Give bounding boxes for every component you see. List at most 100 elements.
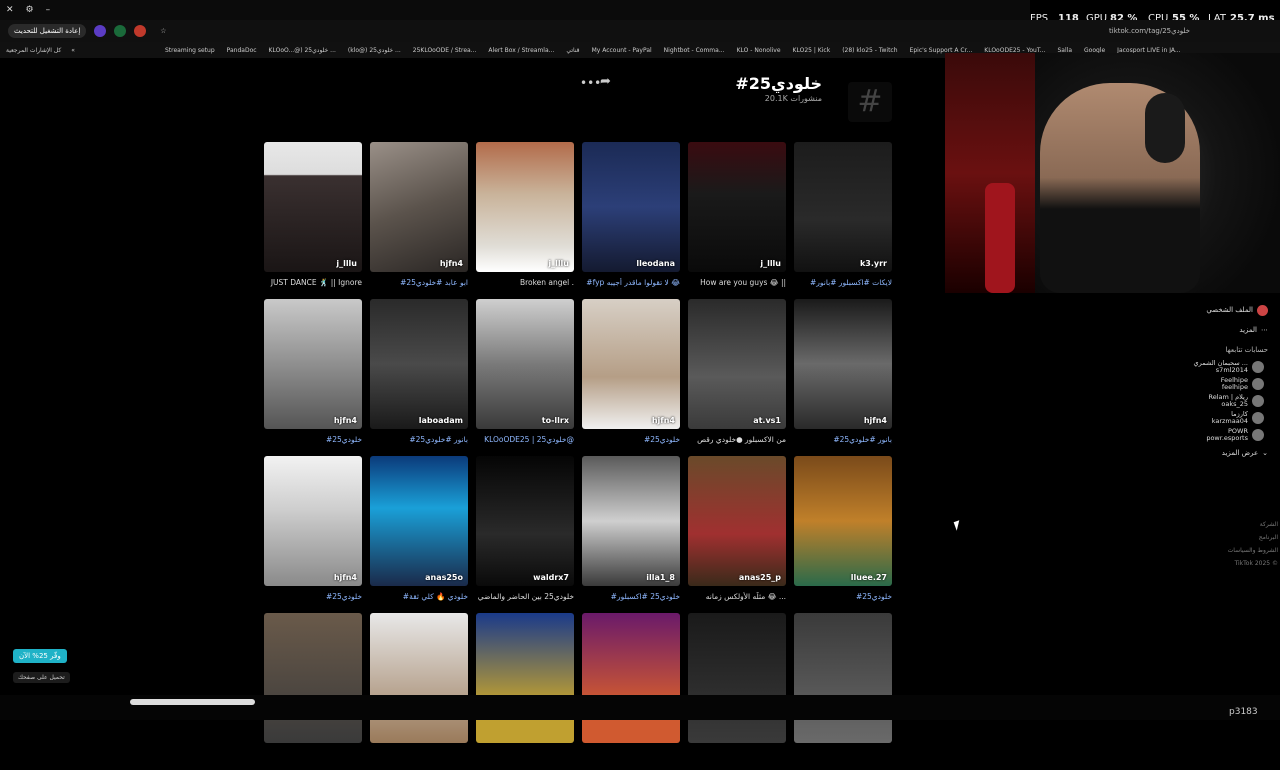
bookmarks-folder[interactable]: كل الإشارات المرجعية [6,47,61,54]
bookmark-item[interactable]: Nightbot - Comma... [664,47,725,54]
video-card[interactable] [794,613,892,770]
video-card[interactable] [476,613,574,770]
bookmark-item[interactable]: PandaDoc [227,47,257,54]
video-card[interactable]: lluee.27 #خلودي25 [794,456,892,613]
video-caption[interactable]: من الاكسبلور ●خلودي رقص [688,435,786,444]
video-caption[interactable]: #خلودي25 [264,435,362,444]
restart-button[interactable]: إعادة التشغيل للتحديث [8,24,87,38]
following-item[interactable]: Relam | ريلام oaks_25 [1190,392,1280,409]
footer-link[interactable]: الشركة [1220,518,1278,531]
bookmark-item[interactable]: KLO - Nonolive [737,47,781,54]
bookmark-item[interactable]: KLOoO...@) خلودي25 ... [269,47,336,54]
minimize-icon[interactable]: – [46,5,51,15]
footer-link[interactable]: البرنامج [1220,531,1278,544]
settings-icon[interactable]: ⚙ [26,5,34,15]
help-button[interactable]: تحميل على صفحك [13,672,70,683]
extension-icon[interactable] [94,25,107,37]
video-thumbnail[interactable]: at.vs1 [688,299,786,429]
video-thumbnail[interactable]: k3.yrr [794,142,892,272]
sidebar-item-profile[interactable]: الملف الشخصي [1190,300,1280,320]
video-caption[interactable]: How are you guys 😂 || [688,278,786,287]
video-thumbnail[interactable] [264,613,362,743]
video-caption[interactable]: KLOoODE25 | خلودي25@ [476,435,574,444]
video-caption[interactable]: خلودي25 بين الحاضر والماضي [476,592,574,601]
see-more-button[interactable]: عرض المزيد ⌄ [1190,443,1280,463]
video-caption[interactable]: #بانور #خلودي25 [794,435,892,444]
video-thumbnail[interactable] [370,613,468,743]
video-card[interactable] [264,613,362,770]
video-card[interactable] [370,613,468,770]
close-icon[interactable]: ✕ [6,5,14,15]
video-thumbnail[interactable]: to-llrx [476,299,574,429]
video-thumbnail[interactable] [794,613,892,743]
bookmark-item[interactable]: (klo@) خلودي25 ... [348,47,401,54]
video-caption[interactable]: #خلودي25 [582,435,680,444]
promo-button[interactable]: وفّر 25% الآن [13,649,67,663]
bookmark-item[interactable]: 25KLOoODE / Strea... [413,47,477,54]
bookmark-item[interactable]: Alert Box / Streamla... [488,47,554,54]
video-card[interactable]: j_lllu How are you guys 😂 || [688,142,786,299]
video-card[interactable]: hjfn4 #خلودي25 [264,299,362,456]
video-card[interactable] [582,613,680,770]
video-thumbnail[interactable]: hjfn4 [370,142,468,272]
bookmark-item[interactable]: KLO25 | Kick [793,47,831,54]
video-thumbnail[interactable] [582,613,680,743]
video-caption[interactable]: #fyp لا تقولوا ماقدر أجيبه 😂 [582,278,680,287]
video-thumbnail[interactable]: illa1_8 [582,456,680,586]
video-thumbnail[interactable] [476,613,574,743]
following-item[interactable]: Feelhipe feelhipe [1190,375,1280,392]
video-thumbnail[interactable]: lluee.27 [794,456,892,586]
video-card[interactable]: at.vs1 من الاكسبلور ●خلودي رقص [688,299,786,456]
video-caption[interactable]: Broken angel . [476,278,574,287]
video-thumbnail[interactable]: anas25o [370,456,468,586]
video-card[interactable]: illa1_8 #خلودي25 #اكسبلور [582,456,680,613]
following-item[interactable]: POWR powr.esports [1190,426,1280,443]
video-thumbnail[interactable]: hjfn4 [794,299,892,429]
video-caption[interactable]: مثلًه الأولكس زمانه 😂 ... [688,592,786,601]
video-caption[interactable]: JUST DANCE 🕺 || Ignore [264,278,362,287]
video-thumbnail[interactable] [688,613,786,743]
video-card[interactable]: hjfn4 #بانور #خلودي25 [794,299,892,456]
video-card[interactable]: hjfn4 #خلودي25 [582,299,680,456]
video-card[interactable]: k3.yrr #لايكات #اكسبلور #بانور [794,142,892,299]
video-thumbnail[interactable]: waldrx7 [476,456,574,586]
video-card[interactable]: lleodana #fyp لا تقولوا ماقدر أجيبه 😂 [582,142,680,299]
video-thumbnail[interactable]: hjfn4 [264,299,362,429]
video-thumbnail[interactable]: laboadam [370,299,468,429]
bookmark-item[interactable]: قناتي [566,47,579,54]
video-card[interactable]: j_lllu Broken angel . [476,142,574,299]
extension-icon[interactable] [114,25,127,37]
video-card[interactable]: laboadam #بانور #خلودي25 [370,299,468,456]
star-icon[interactable]: ☆ [160,27,166,35]
url-field[interactable]: tiktok.com/tag/خلودي25 [1109,27,1190,35]
video-thumbnail[interactable]: hjfn4 [582,299,680,429]
video-thumbnail[interactable]: j_lllu [476,142,574,272]
share-icon[interactable]: ➦ [600,74,611,89]
video-caption[interactable]: #لايكات #اكسبلور #بانور [794,278,892,287]
video-thumbnail[interactable]: anas25_p [688,456,786,586]
more-icon[interactable]: ••• [580,76,601,90]
bookmark-item[interactable]: My Account - PayPal [592,47,652,54]
video-caption[interactable]: #خلودي25 [264,592,362,601]
video-card[interactable]: anas25_p مثلًه الأولكس زمانه 😂 ... [688,456,786,613]
following-item[interactable]: كارزما karzmaa04 [1190,409,1280,426]
video-card[interactable]: j_lllu JUST DANCE 🕺 || Ignore [264,142,362,299]
adblock-icon[interactable] [134,25,147,37]
video-caption[interactable]: #ابو عابد #خلودي25 [370,278,468,287]
video-thumbnail[interactable]: j_lllu [688,142,786,272]
video-caption[interactable]: #خلودي25 [794,592,892,601]
video-thumbnail[interactable]: j_lllu [264,142,362,272]
video-thumbnail[interactable]: lleodana [582,142,680,272]
video-card[interactable]: hjfn4 #ابو عابد #خلودي25 [370,142,468,299]
video-thumbnail[interactable]: hjfn4 [264,456,362,586]
sidebar-item-more[interactable]: المزيد ⋯ [1190,320,1280,340]
bookmark-item[interactable]: (28) klo25 - Twitch [842,47,897,54]
video-card[interactable] [688,613,786,770]
following-item[interactable]: سحبمان الشمري ... s7ml2014 [1190,358,1280,375]
video-caption[interactable]: #خلودي25 #اكسبلور [582,592,680,601]
video-caption[interactable]: #بانور #خلودي25 [370,435,468,444]
video-card[interactable]: to-llrx KLOoODE25 | خلودي25@ [476,299,574,456]
footer-link[interactable]: الشروط والسياسات [1220,544,1278,557]
video-caption[interactable]: #خلودي 🔥 كلي ثقة [370,592,468,601]
bookmark-item[interactable]: Streaming setup [165,47,215,54]
